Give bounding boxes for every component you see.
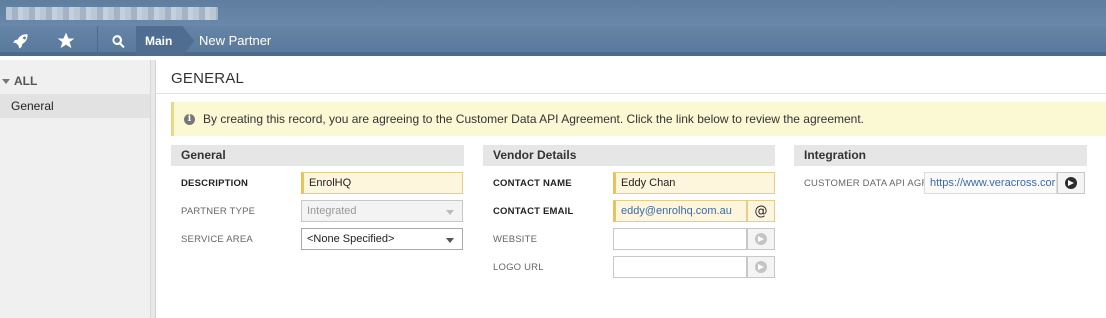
contact-email-row: CONTACT EMAIL eddy@enrolhq.com.au @ xyxy=(483,200,775,224)
description-row: DESCRIPTION EnrolHQ xyxy=(171,172,464,196)
website-label: WEBSITE xyxy=(493,234,538,245)
general-section-heading: General xyxy=(171,145,464,166)
at-sign-icon: @ xyxy=(754,203,768,219)
website-go-button[interactable] xyxy=(747,228,775,250)
top-navbar: Main New Partner xyxy=(0,26,1106,56)
description-label: DESCRIPTION xyxy=(181,178,249,189)
arrow-right-circle-icon xyxy=(755,233,767,245)
navbar-divider xyxy=(97,26,98,56)
agreement-notice: i By creating this record, you are agree… xyxy=(171,102,1106,136)
search-icon[interactable] xyxy=(100,26,136,56)
integration-heading: Integration xyxy=(794,145,1087,166)
sidebar-heading-label: ALL xyxy=(14,74,38,88)
agreement-link[interactable]: https://www.veracross.cor xyxy=(930,177,1055,189)
service-area-select[interactable]: <None Specified> xyxy=(301,228,463,250)
caret-down-icon xyxy=(2,79,10,85)
contact-name-label: CONTACT NAME xyxy=(493,178,572,189)
agreement-link-field[interactable]: https://www.veracross.cor xyxy=(924,172,1057,194)
contact-name-field[interactable]: Eddy Chan xyxy=(613,172,775,194)
info-icon: i xyxy=(184,113,195,125)
integration-section: Integration xyxy=(794,145,1087,166)
agreement-label: CUSTOMER DATA API AGR... xyxy=(804,178,938,189)
vendor-details-section: Vendor Details xyxy=(483,145,775,166)
agreement-go-button[interactable] xyxy=(1057,172,1085,194)
window-titlebar xyxy=(0,0,1106,26)
rocket-icon[interactable] xyxy=(2,26,38,56)
star-icon[interactable] xyxy=(48,26,84,56)
title-divider xyxy=(156,93,1106,94)
notice-text: By creating this record, you are agreein… xyxy=(203,112,865,126)
sidebar-splitter[interactable] xyxy=(151,60,156,318)
breadcrumb-main[interactable]: Main xyxy=(136,26,194,56)
service-area-label: SERVICE AREA xyxy=(181,234,253,245)
logo-url-field[interactable] xyxy=(613,256,747,278)
breadcrumb-current: New Partner xyxy=(199,33,272,48)
logo-url-go-button[interactable] xyxy=(747,256,775,278)
contact-email-label: CONTACT EMAIL xyxy=(493,206,574,217)
vendor-details-heading: Vendor Details xyxy=(483,145,775,166)
sidebar-item-general[interactable]: General xyxy=(0,94,150,118)
agreement-row: CUSTOMER DATA API AGR... https://www.ver… xyxy=(794,172,1087,196)
logo-url-row: LOGO URL xyxy=(483,256,775,280)
website-row: WEBSITE xyxy=(483,228,775,252)
partner-type-label: PARTNER TYPE xyxy=(181,206,256,217)
email-at-button[interactable]: @ xyxy=(747,200,775,222)
description-field[interactable]: EnrolHQ xyxy=(301,172,463,194)
page-title: GENERAL xyxy=(171,70,245,87)
arrow-right-circle-icon xyxy=(1065,177,1077,189)
general-section: General xyxy=(171,145,464,166)
website-field[interactable] xyxy=(613,228,747,250)
logo-url-label: LOGO URL xyxy=(493,262,544,273)
sidebar-heading-all[interactable]: ALL xyxy=(0,74,37,88)
contact-email-value: eddy@enrolhq.com.au xyxy=(621,205,732,217)
contact-email-field[interactable]: eddy@enrolhq.com.au xyxy=(613,200,747,222)
sidebar: ALL General xyxy=(0,60,151,318)
contact-name-row: CONTACT NAME Eddy Chan xyxy=(483,172,775,196)
blurred-window-title xyxy=(6,7,218,20)
partner-type-row: PARTNER TYPE Integrated xyxy=(171,200,464,224)
partner-type-select: Integrated xyxy=(301,200,463,222)
arrow-right-circle-icon xyxy=(755,261,767,273)
service-area-row: SERVICE AREA <None Specified> xyxy=(171,228,464,252)
